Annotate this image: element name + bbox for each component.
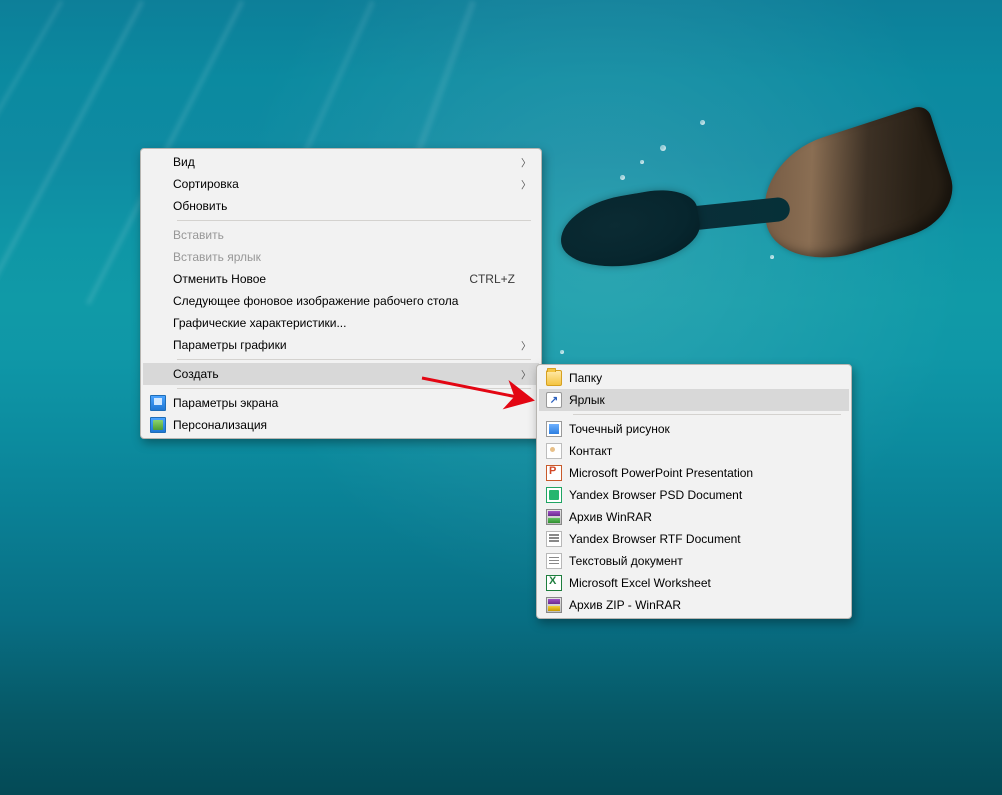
submenu-folder[interactable]: Папку [539,367,849,389]
bubble [700,120,705,125]
swim-fin [746,104,964,277]
menu-next-background-label: Следующее фоновое изображение рабочего с… [173,294,515,308]
menu-paste-shortcut-label: Вставить ярлык [173,250,515,264]
powerpoint-icon [546,465,562,481]
submenu-contact[interactable]: Контакт [539,440,849,462]
submenu-txt[interactable]: Текстовый документ [539,550,849,572]
submenu-contact-label: Контакт [569,444,825,458]
menu-undo-shortcut: CTRL+Z [449,272,515,286]
excel-icon [546,575,562,591]
personalization-icon [150,417,166,433]
bubble [660,145,666,151]
submenu-rar[interactable]: Архив WinRAR [539,506,849,528]
menu-sort[interactable]: Сортировка 〉 [143,173,539,195]
menu-separator [573,414,841,415]
submenu-shortcut-label: Ярлык [569,393,825,407]
submenu-zip[interactable]: Архив ZIP - WinRAR [539,594,849,616]
shortcut-icon: ↗ [546,392,562,408]
menu-personalization[interactable]: Персонализация [143,414,539,436]
menu-separator [177,359,531,360]
menu-create[interactable]: Создать 〉 [143,363,539,385]
menu-display-label: Параметры экрана [173,396,515,410]
folder-icon [546,370,562,386]
menu-refresh-label: Обновить [173,199,515,213]
submenu-xls-label: Microsoft Excel Worksheet [569,576,825,590]
submenu-ppt[interactable]: Microsoft PowerPoint Presentation [539,462,849,484]
menu-undo[interactable]: Отменить Новое CTRL+Z [143,268,539,290]
submenu-txt-label: Текстовый документ [569,554,825,568]
submenu-psd-label: Yandex Browser PSD Document [569,488,825,502]
menu-undo-label: Отменить Новое [173,272,449,286]
menu-paste-label: Вставить [173,228,515,242]
chevron-right-icon: 〉 [521,338,531,353]
menu-separator [177,388,531,389]
menu-paste-shortcut: Вставить ярлык [143,246,539,268]
bubble [620,175,625,180]
menu-separator [177,220,531,221]
bitmap-icon [546,421,562,437]
diver-body [555,183,705,276]
submenu-xls[interactable]: Microsoft Excel Worksheet [539,572,849,594]
menu-gfx-params-label: Параметры графики [173,338,515,352]
psd-icon [546,487,562,503]
desktop-context-menu: Вид 〉 Сортировка 〉 Обновить Вставить Вст… [140,148,542,439]
chevron-right-icon: 〉 [521,155,531,170]
submenu-rtf-label: Yandex Browser RTF Document [569,532,825,546]
menu-refresh[interactable]: Обновить [143,195,539,217]
zip-icon [546,597,562,613]
submenu-shortcut[interactable]: ↗ Ярлык [539,389,849,411]
submenu-rtf[interactable]: Yandex Browser RTF Document [539,528,849,550]
light-ray [0,0,63,262]
submenu-ppt-label: Microsoft PowerPoint Presentation [569,466,825,480]
light-ray [0,0,144,320]
display-settings-icon [150,395,166,411]
menu-view-label: Вид [173,155,515,169]
rtf-icon [546,531,562,547]
create-submenu: Папку ↗ Ярлык Точечный рисунок Контакт M… [536,364,852,619]
submenu-rar-label: Архив WinRAR [569,510,825,524]
menu-personal-label: Персонализация [173,418,515,432]
bubble [770,255,774,259]
text-document-icon [546,553,562,569]
chevron-right-icon: 〉 [521,367,531,382]
submenu-psd[interactable]: Yandex Browser PSD Document [539,484,849,506]
menu-view[interactable]: Вид 〉 [143,151,539,173]
menu-gfx-chars-label: Графические характеристики... [173,316,515,330]
menu-graphics-params[interactable]: Параметры графики 〉 [143,334,539,356]
menu-create-label: Создать [173,367,515,381]
submenu-bmp[interactable]: Точечный рисунок [539,418,849,440]
menu-display-settings[interactable]: Параметры экрана [143,392,539,414]
menu-paste: Вставить [143,224,539,246]
submenu-bmp-label: Точечный рисунок [569,422,825,436]
bubble [560,350,564,354]
chevron-right-icon: 〉 [521,177,531,192]
winrar-icon [546,509,562,525]
menu-next-background[interactable]: Следующее фоновое изображение рабочего с… [143,290,539,312]
submenu-zip-label: Архив ZIP - WinRAR [569,598,825,612]
desktop-background[interactable]: Вид 〉 Сортировка 〉 Обновить Вставить Вст… [0,0,1002,795]
submenu-folder-label: Папку [569,371,825,385]
bubble [640,160,644,164]
menu-graphics-characteristics[interactable]: Графические характеристики... [143,312,539,334]
menu-sort-label: Сортировка [173,177,515,191]
contact-icon [546,443,562,459]
